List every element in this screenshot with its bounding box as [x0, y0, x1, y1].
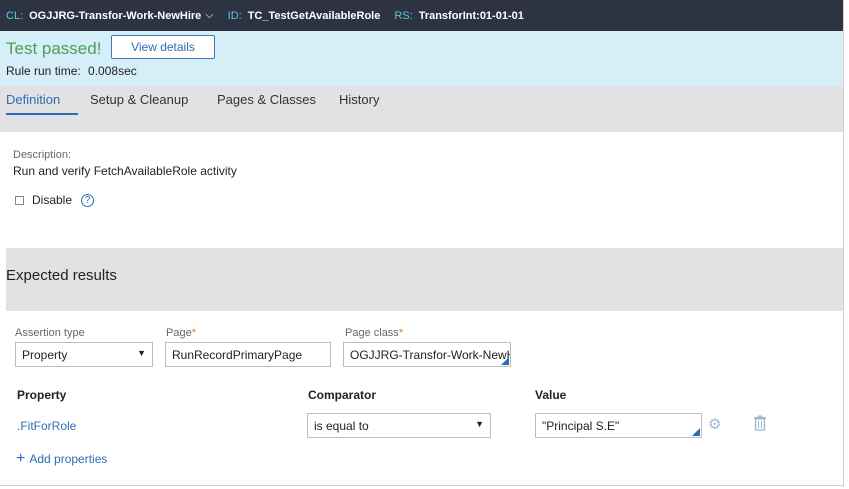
add-properties-link[interactable]: + Add properties: [16, 450, 108, 467]
rule-id: TC_TestGetAvailableRole: [247, 9, 381, 22]
page-label-text: Page: [166, 327, 192, 339]
comparator-value: is equal to: [314, 418, 369, 433]
dropdown-arrow-icon: ▼: [475, 419, 484, 429]
run-time-label: Rule run time:: [6, 64, 81, 78]
plus-icon: +: [16, 450, 26, 467]
tab-bar: Definition Setup & Cleanup Pages & Class…: [0, 86, 843, 132]
assertion-type-select[interactable]: Property ▼: [15, 342, 153, 367]
tab-history[interactable]: History: [339, 92, 379, 107]
assertion-type-value: Property: [22, 347, 68, 362]
view-details-button[interactable]: View details: [111, 35, 215, 59]
help-icon[interactable]: ?: [81, 193, 95, 207]
property-link[interactable]: .FitForRole: [17, 419, 76, 433]
chevron-down-icon[interactable]: ⌵: [205, 9, 213, 22]
column-property: Property: [17, 388, 67, 402]
disable-checkbox[interactable]: [15, 195, 24, 205]
page-label: Page*: [166, 327, 196, 339]
description-text: Run and verify FetchAvailableRole activi…: [13, 164, 237, 178]
column-value: Value: [535, 388, 567, 402]
page-class-label-text: Page class: [345, 327, 399, 339]
cl-key: CL:: [6, 9, 24, 22]
page-class-value: OGJJRG-Transfor-Work-NewHire: [350, 347, 511, 362]
rule-header-bar: CL: OGJJRG-Transfor-Work-NewHire ⌵ ID: T…: [0, 0, 843, 31]
test-case-frame: CL: OGJJRG-Transfor-Work-NewHire ⌵ ID: T…: [0, 0, 844, 486]
disable-label: Disable: [32, 193, 73, 207]
trash-icon[interactable]: [753, 415, 767, 435]
comparator-select[interactable]: is equal to ▼: [307, 413, 491, 438]
value-input[interactable]: "Principal S.E": [535, 413, 702, 438]
page-class-label: Page class*: [345, 327, 403, 339]
tab-pages-classes[interactable]: Pages & Classes: [217, 92, 316, 107]
expected-results-header: Expected results: [6, 248, 843, 311]
autocomplete-corner-icon: [692, 428, 700, 436]
definition-panel: Description: Run and verify FetchAvailab…: [6, 132, 843, 248]
expected-results-panel: Assertion type Page* Page class* Propert…: [6, 311, 843, 485]
tab-setup-cleanup[interactable]: Setup & Cleanup: [90, 92, 188, 107]
id-key: ID:: [227, 9, 242, 22]
page-class-input[interactable]: OGJJRG-Transfor-Work-NewHire: [343, 342, 511, 367]
expected-results-title: Expected results: [6, 267, 117, 284]
gear-icon[interactable]: ⚙: [708, 415, 721, 433]
value-text: "Principal S.E": [542, 418, 620, 433]
ruleset-version: TransforInt:01-01-01: [418, 9, 524, 22]
required-marker: *: [191, 327, 196, 339]
page-input[interactable]: RunRecordPrimaryPage: [165, 342, 331, 367]
assertion-type-label: Assertion type: [15, 327, 85, 339]
description-label: Description:: [13, 149, 72, 161]
test-result-banner: Test passed! View details Rule run time:…: [0, 31, 843, 86]
active-tab-indicator: [6, 113, 78, 115]
run-time-value: 0.008sec: [88, 64, 137, 78]
required-marker: *: [398, 327, 404, 339]
class-name[interactable]: OGJJRG-Transfor-Work-NewHire: [29, 10, 201, 22]
disable-row: Disable ?: [15, 193, 95, 207]
column-comparator: Comparator: [308, 388, 377, 402]
trash-icon-svg: [754, 415, 766, 431]
test-status: Test passed!: [6, 39, 102, 58]
autocomplete-corner-icon: [501, 357, 509, 365]
dropdown-arrow-icon: ▼: [137, 348, 146, 358]
add-properties-label: Add properties: [29, 452, 108, 466]
page-value: RunRecordPrimaryPage: [172, 347, 303, 362]
run-time: Rule run time: 0.008sec: [6, 64, 137, 78]
tab-definition[interactable]: Definition: [6, 92, 60, 107]
rs-key: RS:: [394, 9, 413, 22]
